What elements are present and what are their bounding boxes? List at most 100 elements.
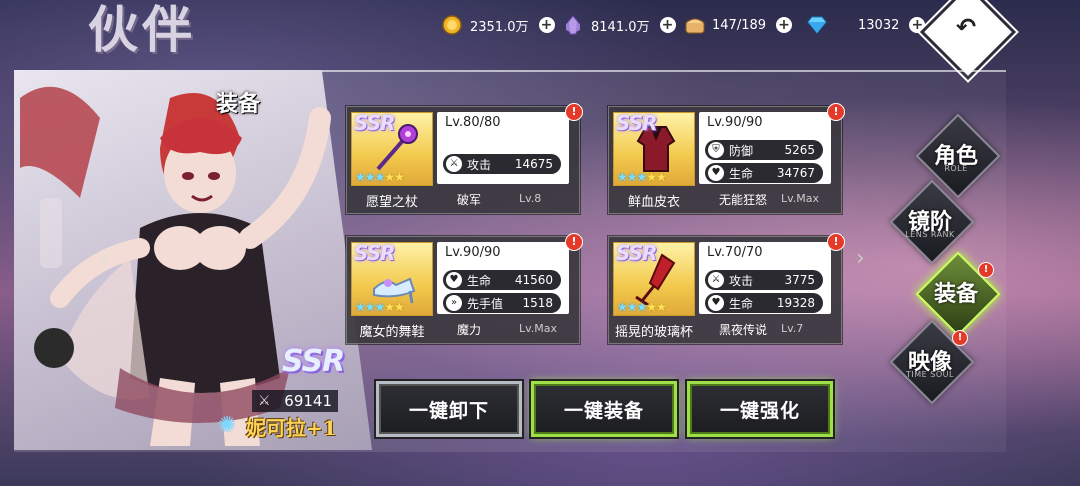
rune-name: 无能狂怒: [719, 193, 768, 207]
equipment-level: Lv.90/90: [707, 115, 763, 130]
equipment-level: Lv.70/70: [707, 245, 763, 260]
equipment-name: 鲜血皮衣: [627, 195, 680, 210]
stat-row: » 先手值 1518: [443, 293, 561, 313]
equipment-thumbnail: SSR ★★★★★: [351, 112, 433, 186]
resource-stamina: 147/189 +: [684, 14, 793, 36]
alert-badge-icon: !: [827, 103, 845, 121]
stat-row: ⚔ 攻击 14675: [443, 154, 561, 174]
gold-coin-icon: [442, 15, 462, 35]
resource-gold: 2351.0万 +: [442, 14, 555, 36]
resource-stamina-value: 147/189: [712, 17, 767, 33]
equipment-stats-box: Lv.90/90 ⛨ 防御 5265 ♥ 生命 34767: [699, 112, 831, 184]
stat-row: ♥ 生命 19328: [705, 293, 823, 313]
equipment-card-accessory[interactable]: SSR ★★★★★ Lv.70/70 ⚔ 攻击 3775 ♥ 生命 19328 …: [608, 233, 845, 344]
stat-value: 41560: [514, 273, 553, 287]
stat-row: ⛨ 防御 5265: [705, 140, 823, 160]
equipment-rarity: SSR: [616, 242, 657, 265]
star-rating: ★★★★★: [617, 170, 667, 184]
alert-badge-icon: !: [565, 103, 583, 121]
resource-crystal-value: 8141.0万: [591, 19, 650, 35]
rune-level: Lv.Max: [781, 192, 820, 205]
character-power: ⚔ 69141: [252, 390, 338, 412]
blue-diamond-icon: [806, 15, 827, 35]
star-rating: ★★★★★: [355, 170, 405, 184]
stat-row: ♥ 生命 34767: [705, 163, 823, 183]
section-title: 装备: [216, 92, 261, 117]
stat-name: 防御: [729, 143, 754, 158]
add-stamina-button[interactable]: +: [776, 17, 793, 33]
power-sword-icon: ⚔: [258, 393, 271, 409]
prev-character-arrow-icon[interactable]: ‹: [100, 246, 109, 271]
stat-value: 3775: [784, 273, 815, 287]
heart-icon: ♥: [708, 295, 724, 311]
next-character-arrow-icon[interactable]: ›: [856, 246, 865, 271]
rune-level: Lv.8: [519, 192, 542, 205]
equipment-thumbnail: SSR ★★★★★: [613, 112, 695, 186]
alert-badge-icon: !: [978, 262, 994, 278]
equipment-card-armor[interactable]: SSR ★★★★★ Lv.90/90 ⛨ 防御 5265 ♥ 生命 34767 …: [608, 103, 845, 214]
purple-crystal-icon: [563, 15, 583, 35]
rune-level: Lv.7: [781, 322, 804, 335]
element-burst-icon: ✺: [218, 413, 237, 438]
stat-value: 5265: [784, 143, 815, 157]
star-rating: ★★★★★: [355, 300, 405, 314]
character-name: 妮可拉+1: [246, 416, 337, 440]
rune-level: Lv.Max: [519, 322, 558, 335]
stat-value: 1518: [522, 296, 553, 310]
stat-value: 14675: [514, 157, 553, 171]
equipment-thumbnail: SSR ★★★★★: [613, 242, 695, 316]
stat-value: 19328: [776, 296, 815, 310]
bread-stamina-icon: [684, 15, 705, 35]
tab-sublabel: LENS RANK: [905, 230, 955, 239]
alert-badge-icon: !: [565, 233, 583, 251]
tab-time-soul[interactable]: 映像 TIME SOUL !: [889, 319, 975, 405]
add-gold-button[interactable]: +: [538, 17, 555, 33]
equipment-stats-box: Lv.70/70 ⚔ 攻击 3775 ♥ 生命 19328: [699, 242, 831, 314]
tab-label: 装备: [933, 282, 978, 307]
stat-name: 生命: [729, 166, 754, 181]
alert-badge-icon: !: [952, 330, 968, 346]
character-rarity: SSR: [282, 344, 345, 379]
resource-diamond-value: 13032: [858, 17, 900, 33]
equipment-stats-box: Lv.90/90 ♥ 生命 41560 » 先手值 1518: [437, 242, 569, 314]
equipment-level: Lv.80/80: [445, 115, 501, 130]
rune-name: 破军: [457, 193, 482, 207]
tab-sublabel: ROLE: [944, 164, 968, 173]
page-title: 伙伴: [88, 0, 196, 59]
heart-icon: ♥: [708, 165, 724, 181]
resource-gold-value: 2351.0万: [470, 19, 529, 35]
stat-value: 34767: [776, 166, 815, 180]
unequip-all-button[interactable]: 一键卸下: [376, 381, 522, 437]
equipment-card-shoes[interactable]: SSR ★★★★★ Lv.90/90 ♥ 生命 41560 » 先手值 1518…: [346, 233, 583, 344]
star-rating: ★★★★★: [617, 300, 667, 314]
shield-icon: ⛨: [708, 142, 724, 158]
tab-lens-rank[interactable]: 镜阶 LENS RANK: [889, 179, 975, 265]
equipment-name: 愿望之杖: [365, 195, 418, 210]
stat-name: 攻击: [729, 273, 754, 288]
rune-name: 黑夜传说: [719, 323, 768, 337]
boot-speed-icon: »: [446, 295, 462, 311]
equip-all-button[interactable]: 一键装备: [531, 381, 677, 437]
stat-row: ♥ 生命 41560: [443, 270, 561, 290]
alert-badge-icon: !: [827, 233, 845, 251]
add-crystal-button[interactable]: +: [659, 17, 676, 33]
swords-icon: ⚔: [446, 156, 462, 172]
tab-sublabel: TIME SOUL: [906, 370, 954, 379]
character-power-value: 69141: [284, 392, 332, 410]
heart-icon: ♥: [446, 272, 462, 288]
back-arrow-icon[interactable]: ↶: [953, 14, 979, 40]
stat-row: ⚔ 攻击 3775: [705, 270, 823, 290]
stat-name: 攻击: [467, 157, 492, 172]
stat-name: 生命: [467, 273, 492, 288]
equipment-name: 摇晃的玻璃杯: [614, 325, 693, 340]
swords-icon: ⚔: [708, 272, 724, 288]
equipment-thumbnail: SSR ★★★★★: [351, 242, 433, 316]
equipment-rarity: SSR: [616, 112, 657, 135]
equipment-name: 魔女的舞鞋: [359, 325, 425, 340]
equipment-card-weapon[interactable]: SSR ★★★★★ Lv.80/80 ⚔ 攻击 14675 愿望之杖 破军 Lv…: [346, 103, 583, 214]
equipment-rarity: SSR: [354, 112, 395, 135]
enhance-all-button[interactable]: 一键强化: [687, 381, 833, 437]
stat-name: 生命: [729, 296, 754, 311]
equipment-stats-box: Lv.80/80 ⚔ 攻击 14675: [437, 112, 569, 184]
stat-name: 先手值: [467, 296, 504, 311]
